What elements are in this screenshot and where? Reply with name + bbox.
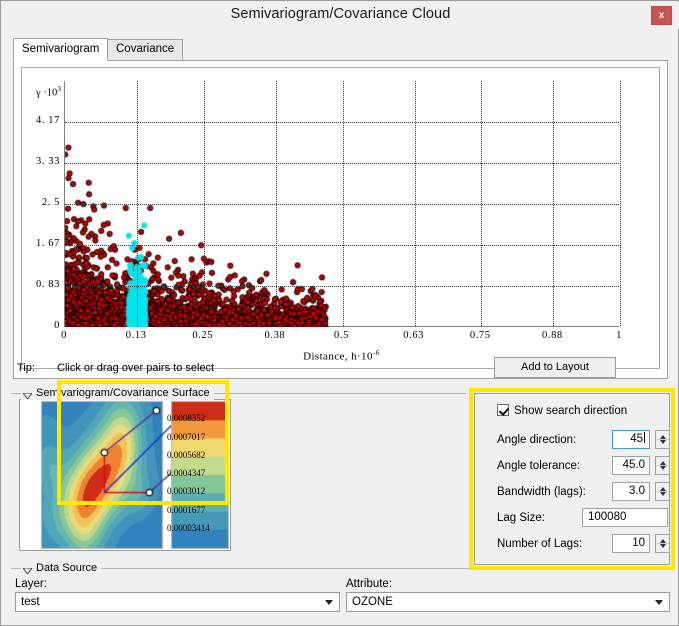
surface-legend-value: 0.0007017 bbox=[167, 431, 206, 442]
setting-label: Bandwidth (lags): bbox=[497, 486, 586, 498]
setting-label: Angle tolerance: bbox=[497, 460, 581, 472]
x-axis-title-text: Distance, h·10 bbox=[303, 350, 373, 363]
grid-line-horizontal bbox=[65, 121, 619, 123]
setting-row: Angle tolerance: 45.0 bbox=[497, 456, 670, 477]
tab-covariance[interactable]: Covariance bbox=[107, 39, 184, 61]
title-bar: Semivariogram/Covariance Cloud x bbox=[2, 2, 679, 29]
x-axis-tick-label: 0.5 bbox=[334, 330, 349, 341]
setting-input[interactable]: 45 bbox=[612, 430, 650, 449]
grid-line-horizontal bbox=[65, 244, 619, 246]
show-search-direction-checkbox[interactable] bbox=[497, 404, 509, 416]
data-source-group-divider bbox=[11, 568, 670, 569]
collapse-triangle-icon-2[interactable] bbox=[22, 564, 33, 575]
spinner-buttons[interactable] bbox=[655, 482, 670, 501]
setting-input[interactable]: 100080 bbox=[582, 508, 668, 527]
y-axis-tick-label: 3. 33 bbox=[36, 156, 60, 168]
y-axis-title: γ ·103 bbox=[36, 84, 61, 99]
grid-line-horizontal bbox=[65, 163, 619, 165]
spinner-buttons[interactable] bbox=[655, 534, 670, 553]
layer-value: test bbox=[21, 596, 40, 608]
attribute-value: OZONE bbox=[352, 596, 393, 608]
data-source-group-header[interactable]: Data Source bbox=[21, 561, 102, 575]
x-axis-tick-label: 1 bbox=[616, 330, 622, 341]
collapse-triangle-icon[interactable] bbox=[22, 389, 33, 400]
setting-row: Angle direction: 45 bbox=[497, 430, 670, 451]
setting-label: Angle direction: bbox=[497, 434, 577, 446]
setting-input[interactable]: 3.0 bbox=[612, 482, 650, 501]
tip-label: Tip: bbox=[17, 362, 35, 374]
grid-line-horizontal bbox=[65, 286, 619, 288]
setting-label: Lag Size: bbox=[497, 512, 545, 524]
y-axis-title-exp: 3 bbox=[57, 84, 62, 93]
surface-legend-value: 0.0005682 bbox=[167, 449, 206, 460]
chevron-down-icon-layer[interactable] bbox=[325, 600, 333, 605]
setting-input[interactable]: 10 bbox=[612, 534, 650, 553]
attribute-combobox[interactable]: OZONE bbox=[346, 592, 670, 612]
surface-legend-value: 0.0004347 bbox=[167, 468, 206, 478]
surface-legend-value: 0.0008352 bbox=[167, 413, 206, 424]
y-axis-tick-label: 0. 83 bbox=[36, 279, 60, 291]
x-axis-tick-label: 0.88 bbox=[542, 330, 563, 341]
y-axis-tick-label: 4. 17 bbox=[36, 114, 60, 126]
x-axis-tick-label: 0.38 bbox=[264, 330, 286, 341]
x-axis-tick-label: 0 bbox=[61, 330, 67, 341]
spinner-down-icon[interactable] bbox=[660, 544, 666, 548]
surface-legend-value: 0.00003414 bbox=[167, 522, 210, 533]
search-direction-settings: Show search direction Angle direction: 45… bbox=[474, 393, 670, 565]
scatter-plot-area[interactable] bbox=[64, 81, 621, 327]
show-search-direction-label: Show search direction bbox=[514, 405, 628, 417]
plot-box[interactable]: γ ·103 4. 17 3. 33 2. 5 1. 67 0. 83 0 0 0.13 0.… bbox=[21, 67, 660, 369]
setting-input[interactable]: 45.0 bbox=[612, 456, 650, 475]
surface-legend-value: 0.0001677 bbox=[167, 504, 206, 515]
layer-label: Layer: bbox=[15, 578, 47, 590]
window-title: Semivariogram/Covariance Cloud bbox=[230, 6, 451, 22]
semivariogram-cloud-window: Semivariogram/Covariance Cloud x Semivar… bbox=[0, 0, 679, 626]
semivariogram-surface-map[interactable]: 0.0008352 0.0007017 0.0005682 0.0004347 0.00… bbox=[19, 399, 231, 551]
y-axis-tick-label: 1. 67 bbox=[36, 237, 60, 249]
spinner-down-icon[interactable] bbox=[660, 440, 666, 444]
chart-panel: γ ·103 4. 17 3. 33 2. 5 1. 67 0. 83 0 0 0.13 0.… bbox=[13, 60, 668, 379]
spinner-down-icon[interactable] bbox=[660, 492, 666, 496]
spinner-down-icon[interactable] bbox=[660, 466, 666, 470]
attribute-label: Attribute: bbox=[346, 578, 393, 590]
tab-semivariogram[interactable]: Semivariogram bbox=[13, 38, 109, 61]
x-axis-tick-label: 0.63 bbox=[403, 330, 425, 341]
x-axis-tick-label: 0.75 bbox=[469, 330, 491, 341]
y-axis-title-text: γ ·10 bbox=[36, 87, 58, 99]
y-axis-tick-label: 2. 5 bbox=[41, 197, 60, 208]
chevron-down-icon-attribute[interactable] bbox=[655, 600, 663, 605]
layer-combobox[interactable]: test bbox=[15, 592, 340, 612]
grid-line-horizontal bbox=[65, 204, 619, 205]
show-search-direction-row[interactable]: Show search direction bbox=[497, 404, 627, 417]
setting-row: Bandwidth (lags): 3.0 bbox=[497, 482, 670, 503]
x-axis-tick-label: 0.25 bbox=[192, 330, 214, 341]
tab-strip: Semivariogram Covariance bbox=[13, 38, 668, 61]
x-axis-title-exp: -6 bbox=[372, 348, 380, 357]
surface-legend-value: 0.0003012 bbox=[167, 486, 206, 497]
close-icon[interactable]: x bbox=[651, 6, 672, 25]
data-source-group-title: Data Source bbox=[36, 562, 98, 574]
spinner-buttons[interactable] bbox=[655, 430, 670, 449]
surface-group-header[interactable]: Semivariogram/Covariance Surface bbox=[21, 386, 214, 400]
setting-row: Lag Size: 100080 bbox=[497, 508, 668, 529]
spinner-buttons[interactable] bbox=[655, 456, 670, 475]
add-to-layout-button[interactable]: Add to Layout bbox=[494, 357, 616, 378]
setting-label: Number of Lags: bbox=[497, 538, 583, 550]
surface-group-title: Semivariogram/Covariance Surface bbox=[36, 387, 210, 399]
grid-line-vertical bbox=[620, 81, 621, 326]
tip-text: Click or drag over pairs to select bbox=[57, 362, 215, 374]
setting-row: Number of Lags: 10 bbox=[497, 534, 670, 555]
text-caret bbox=[644, 432, 645, 443]
x-axis-tick-label: 0.13 bbox=[125, 330, 147, 341]
